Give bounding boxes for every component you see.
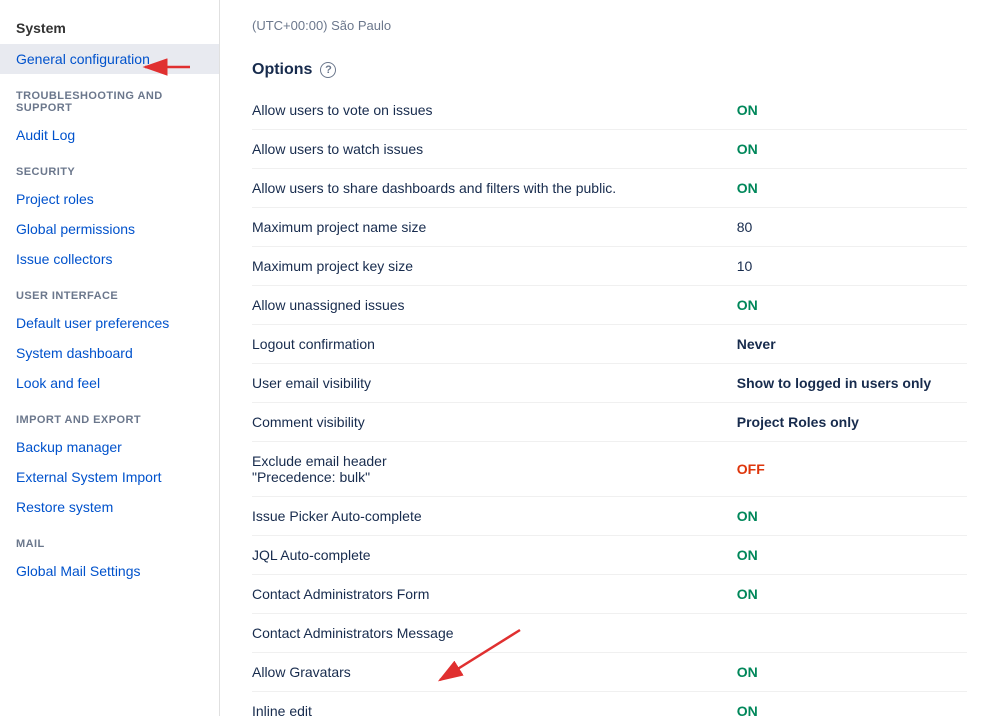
row-label-email-visibility: User email visibility — [252, 364, 717, 403]
row-label-allow-gravatars: Allow Gravatars — [252, 653, 717, 692]
sidebar-item-label-audit-log: Audit Log — [16, 127, 75, 143]
sidebar-item-project-roles[interactable]: Project roles — [0, 184, 219, 214]
row-value-email-visibility: Show to logged in users only — [717, 364, 967, 403]
sidebar-section-section-user-interface: USER INTERFACE — [0, 274, 219, 308]
sidebar-item-global-permissions[interactable]: Global permissions — [0, 214, 219, 244]
top-value: (UTC+00:00) São Paulo — [252, 18, 391, 33]
sidebar-top-label: System — [0, 12, 219, 44]
row-value-vote-issues: ON — [717, 91, 967, 130]
sidebar-item-label-restore-system: Restore system — [16, 499, 113, 515]
sidebar-item-external-system-import[interactable]: External System Import — [0, 462, 219, 492]
row-label-unassigned-issues: Allow unassigned issues — [252, 286, 717, 325]
row-value-email-header: OFF — [717, 442, 967, 497]
row-value-max-project-key: 10 — [717, 247, 967, 286]
table-row-issue-picker: Issue Picker Auto-completeON — [252, 497, 967, 536]
row-label-logout-confirmation: Logout confirmation — [252, 325, 717, 364]
table-row-share-dashboards: Allow users to share dashboards and filt… — [252, 169, 967, 208]
row-value-logout-confirmation: Never — [717, 325, 967, 364]
row-label-max-project-name: Maximum project name size — [252, 208, 717, 247]
sidebar-item-restore-system[interactable]: Restore system — [0, 492, 219, 522]
sidebar-item-label-global-permissions: Global permissions — [16, 221, 135, 237]
row-value-inline-edit: ON — [717, 692, 967, 716]
table-row-max-project-key: Maximum project key size10 — [252, 247, 967, 286]
sidebar-item-look-and-feel[interactable]: Look and feel — [0, 368, 219, 398]
row-value-share-dashboards: ON — [717, 169, 967, 208]
help-icon[interactable]: ? — [320, 62, 336, 78]
sidebar-item-label-look-and-feel: Look and feel — [16, 375, 100, 391]
sidebar-item-audit-log[interactable]: Audit Log — [0, 120, 219, 150]
row-value-issue-picker: ON — [717, 497, 967, 536]
row-label-comment-visibility: Comment visibility — [252, 403, 717, 442]
sidebar-item-label-external-system-import: External System Import — [16, 469, 162, 485]
options-title: Options — [252, 61, 312, 79]
table-row-unassigned-issues: Allow unassigned issuesON — [252, 286, 967, 325]
row-label-vote-issues: Allow users to vote on issues — [252, 91, 717, 130]
row-label-email-header: Exclude email header"Precedence: bulk" — [252, 442, 717, 497]
sidebar-section-section-security: SECURITY — [0, 150, 219, 184]
sidebar-item-label-project-roles: Project roles — [16, 191, 94, 207]
row-label-jql-autocomplete: JQL Auto-complete — [252, 536, 717, 575]
sidebar-item-system-dashboard[interactable]: System dashboard — [0, 338, 219, 368]
row-value-unassigned-issues: ON — [717, 286, 967, 325]
sidebar-item-global-mail-settings[interactable]: Global Mail Settings — [0, 556, 219, 586]
sidebar-item-label-default-user-preferences: Default user preferences — [16, 315, 169, 331]
row-value-watch-issues: ON — [717, 130, 967, 169]
table-row-watch-issues: Allow users to watch issuesON — [252, 130, 967, 169]
row-label-watch-issues: Allow users to watch issues — [252, 130, 717, 169]
row-value-contact-admin-form: ON — [717, 575, 967, 614]
row-value-comment-visibility: Project Roles only — [717, 403, 967, 442]
options-table: Allow users to vote on issuesONAllow use… — [252, 91, 967, 716]
sidebar-item-label-backup-manager: Backup manager — [16, 439, 122, 455]
table-row-allow-gravatars: Allow GravatarsON — [252, 653, 967, 692]
sidebar-item-label-general-configuration: General configuration — [16, 51, 150, 67]
table-row-email-visibility: User email visibilityShow to logged in u… — [252, 364, 967, 403]
row-value-allow-gravatars: ON — [717, 653, 967, 692]
options-section-header: Options ? — [252, 37, 967, 91]
sidebar-item-label-system-dashboard: System dashboard — [16, 345, 133, 361]
row-value-max-project-name: 80 — [717, 208, 967, 247]
sidebar-item-label-issue-collectors: Issue collectors — [16, 251, 112, 267]
table-row-logout-confirmation: Logout confirmationNever — [252, 325, 967, 364]
table-row-jql-autocomplete: JQL Auto-completeON — [252, 536, 967, 575]
sidebar-section-section-troubleshooting: TROUBLESHOOTING AND SUPPORT — [0, 74, 219, 120]
row-label-contact-admin-message: Contact Administrators Message — [252, 614, 717, 653]
table-row-inline-edit: Inline editON — [252, 692, 967, 716]
row-label-issue-picker: Issue Picker Auto-complete — [252, 497, 717, 536]
sidebar-item-default-user-preferences[interactable]: Default user preferences — [0, 308, 219, 338]
table-row-contact-admin-message: Contact Administrators Message — [252, 614, 967, 653]
sidebar-item-issue-collectors[interactable]: Issue collectors — [0, 244, 219, 274]
sidebar-item-backup-manager[interactable]: Backup manager — [0, 432, 219, 462]
sidebar-section-section-mail: MAIL — [0, 522, 219, 556]
top-breadcrumb: (UTC+00:00) São Paulo — [252, 0, 967, 37]
row-label-contact-admin-form: Contact Administrators Form — [252, 575, 717, 614]
table-row-comment-visibility: Comment visibilityProject Roles only — [252, 403, 967, 442]
sidebar: System General configuration TROUBLESHOOT… — [0, 0, 220, 716]
row-label-inline-edit: Inline edit — [252, 692, 717, 716]
main-content: (UTC+00:00) São Paulo Options ? Allow us… — [220, 0, 999, 716]
row-value-contact-admin-message — [717, 614, 967, 653]
sidebar-item-label-global-mail-settings: Global Mail Settings — [16, 563, 141, 579]
sidebar-item-general-configuration[interactable]: General configuration — [0, 44, 219, 74]
table-row-email-header: Exclude email header"Precedence: bulk"OF… — [252, 442, 967, 497]
table-row-vote-issues: Allow users to vote on issuesON — [252, 91, 967, 130]
row-value-jql-autocomplete: ON — [717, 536, 967, 575]
row-label-share-dashboards: Allow users to share dashboards and filt… — [252, 169, 717, 208]
table-row-max-project-name: Maximum project name size80 — [252, 208, 967, 247]
sidebar-section-section-import-export: IMPORT AND EXPORT — [0, 398, 219, 432]
row-label-max-project-key: Maximum project key size — [252, 247, 717, 286]
table-row-contact-admin-form: Contact Administrators FormON — [252, 575, 967, 614]
